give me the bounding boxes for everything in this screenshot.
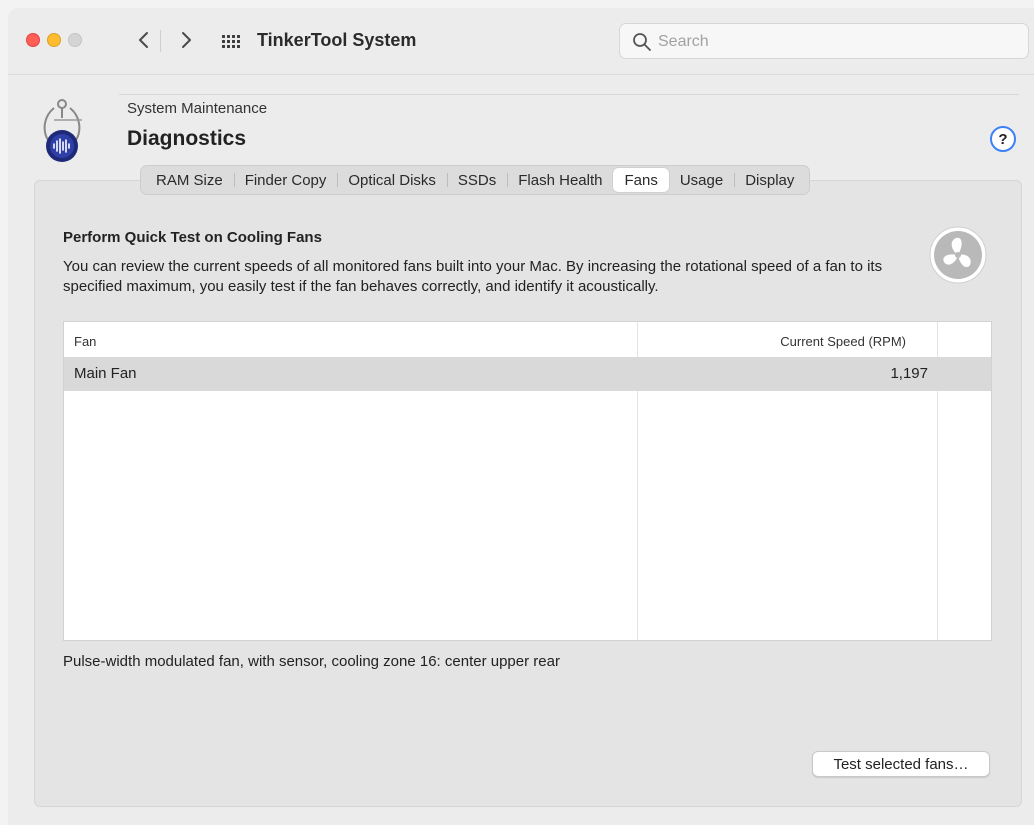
close-traffic-light-icon[interactable] xyxy=(26,33,40,47)
page-title: Diagnostics xyxy=(127,127,247,150)
app-window: TinkerTool System System Maintenance Dia… xyxy=(8,8,1034,825)
zoom-traffic-light-icon[interactable] xyxy=(68,33,82,47)
table-header: Fan Current Speed (RPM) xyxy=(64,322,991,356)
section-title: Perform Quick Test on Cooling Fans xyxy=(63,229,322,246)
tab-fans[interactable]: Fans xyxy=(613,168,669,192)
test-selected-fans-button[interactable]: Test selected fans… xyxy=(812,751,990,777)
cell-fan-name: Main Fan xyxy=(74,365,137,382)
chevron-right-icon xyxy=(182,32,191,48)
search-input[interactable] xyxy=(656,30,1020,54)
cell-current-speed: 1,197 xyxy=(890,365,928,382)
back-button[interactable] xyxy=(133,26,155,54)
fan-details-text: Pulse-width modulated fan, with sensor, … xyxy=(63,653,560,670)
tab-bar: RAM Size Finder Copy Optical Disks SSDs … xyxy=(140,165,811,195)
table-row[interactable]: Main Fan 1,197 xyxy=(64,357,991,391)
column-header-current-speed[interactable]: Current Speed (RPM) xyxy=(780,334,906,349)
tab-finder-copy[interactable]: Finder Copy xyxy=(233,168,338,192)
fan-table: Fan Current Speed (RPM) Main Fan 1,197 xyxy=(63,321,992,641)
chevron-left-icon xyxy=(139,32,148,48)
tab-ram-size[interactable]: RAM Size xyxy=(145,168,234,192)
tab-flash-health[interactable]: Flash Health xyxy=(507,168,613,192)
tab-usage[interactable]: Usage xyxy=(669,168,734,192)
magnifying-glass-icon xyxy=(633,33,651,51)
search-field[interactable] xyxy=(619,23,1029,59)
nav-divider xyxy=(160,30,161,52)
tab-ssds[interactable]: SSDs xyxy=(446,168,507,192)
help-button[interactable]: ? xyxy=(990,126,1016,152)
minimize-traffic-light-icon[interactable] xyxy=(47,33,61,47)
fan-icon xyxy=(929,226,987,284)
tab-display[interactable]: Display xyxy=(734,168,805,192)
title-bar: TinkerTool System xyxy=(8,8,1034,75)
header-divider xyxy=(119,94,1019,95)
column-header-fan[interactable]: Fan xyxy=(74,334,96,349)
diagnostics-stethoscope-icon xyxy=(43,99,82,162)
grid-icon[interactable] xyxy=(221,33,241,49)
forward-button[interactable] xyxy=(175,26,197,54)
breadcrumb: System Maintenance xyxy=(127,100,268,117)
app-title: TinkerTool System xyxy=(257,30,417,50)
section-description: You can review the current speeds of all… xyxy=(63,258,883,295)
tab-optical-disks[interactable]: Optical Disks xyxy=(337,168,447,192)
